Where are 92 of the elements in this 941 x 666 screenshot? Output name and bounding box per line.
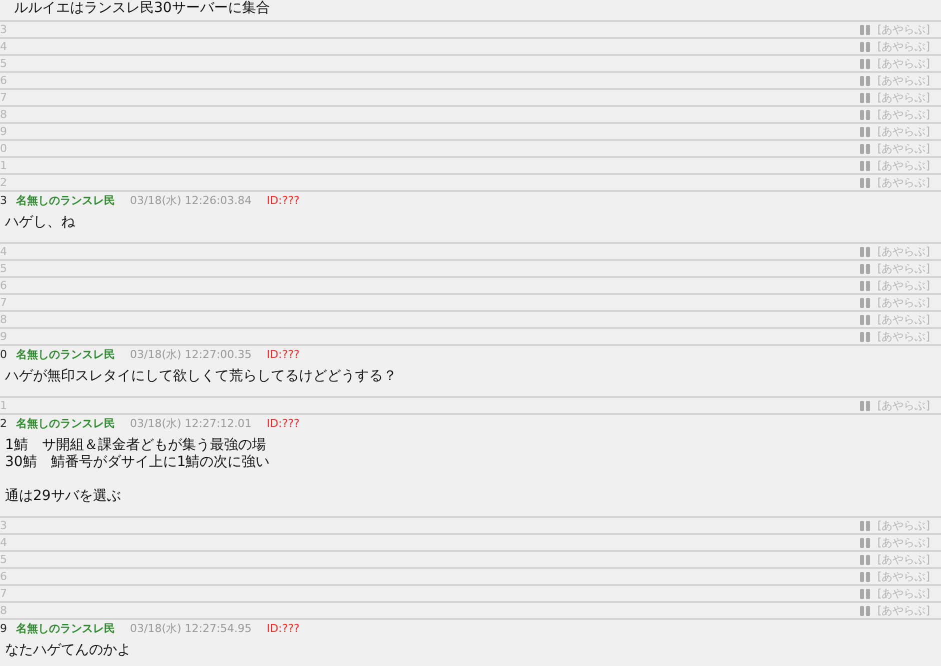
post-number: 3 [0, 22, 8, 37]
post-number: 5 [0, 552, 8, 567]
link[interactable]: [あやらぶ] [877, 158, 930, 173]
post-number: 1 [0, 398, 8, 413]
post-number: 1 [0, 158, 8, 173]
bars-icon[interactable] [860, 298, 870, 308]
text-line: 1鯖 サ開組＆課金者どもが集う最強の場 [5, 437, 267, 454]
poster-id: ID:??? [266, 193, 300, 210]
post-date: 03/18(水) 12:27:54.95 [130, 621, 252, 638]
post-number: 0 [0, 141, 8, 156]
link[interactable]: [あやらぶ] [877, 586, 930, 601]
link[interactable]: [あやらぶ] [877, 569, 930, 584]
link[interactable]: [あやらぶ] [877, 175, 930, 190]
post-number: 7 [0, 295, 8, 310]
link[interactable]: [あやらぶ] [877, 295, 930, 310]
bars-icon[interactable] [860, 520, 870, 530]
post-number: 5 [0, 261, 8, 276]
bars-icon[interactable] [860, 178, 870, 188]
post-number: 8 [0, 603, 8, 618]
bars-icon[interactable] [860, 24, 870, 34]
post-number: 0 [0, 347, 8, 364]
post-number: 9 [0, 124, 8, 139]
bars-icon[interactable] [860, 126, 870, 136]
post-number: 4 [0, 39, 8, 54]
link[interactable]: [あやらぶ] [877, 535, 930, 550]
link[interactable]: [あやらぶ] [877, 398, 930, 413]
poster-id: ID:??? [266, 347, 300, 364]
bars-icon[interactable] [860, 332, 870, 342]
bars-icon[interactable] [860, 400, 870, 410]
link[interactable]: [あやらぶ] [877, 107, 930, 122]
bars-icon[interactable] [860, 572, 870, 582]
post-body: ハゲが無印スレタイにして欲しくて荒らしてるけどどうする？ [4, 368, 398, 385]
poster-name: 名無しのランスレ民 [16, 193, 115, 210]
link[interactable]: [あやらぶ] [877, 124, 930, 139]
post-number: 2 [0, 416, 8, 432]
post-number: 6 [0, 73, 8, 88]
post-number: 8 [0, 312, 8, 327]
post-number: 5 [0, 56, 8, 71]
post-number: 2 [0, 175, 8, 190]
poster-name: 名無しのランスレ民 [16, 347, 115, 364]
bars-icon[interactable] [860, 280, 870, 290]
poster-name: 名無しのランスレ民 [16, 621, 115, 638]
post-body: ルルイエはランスレ民30サーバーに集合 [13, 0, 271, 18]
bars-icon[interactable] [860, 538, 870, 548]
post-number: 6 [0, 278, 8, 293]
bars-icon[interactable] [860, 314, 870, 324]
post-date: 03/18(水) 12:27:00.35 [130, 347, 252, 364]
link[interactable]: [あやらぶ] [877, 552, 930, 567]
bars-icon[interactable] [860, 246, 870, 256]
bars-icon[interactable] [860, 554, 870, 564]
bars-icon[interactable] [860, 588, 870, 598]
post-number: 4 [0, 535, 8, 550]
bars-icon[interactable] [860, 264, 870, 274]
poster-id: ID:??? [266, 621, 300, 638]
post-number: 7 [0, 90, 8, 105]
link[interactable]: [あやらぶ] [877, 56, 930, 71]
link[interactable]: [あやらぶ] [877, 603, 930, 618]
link[interactable]: [あやらぶ] [877, 141, 930, 156]
post-number: 3 [0, 193, 8, 210]
link[interactable]: [あやらぶ] [877, 244, 930, 259]
post-body: ハゲし、ね [4, 214, 76, 231]
bars-icon[interactable] [860, 606, 870, 616]
link[interactable]: [あやらぶ] [877, 278, 930, 293]
bars-icon[interactable] [860, 110, 870, 120]
post-number: 4 [0, 244, 8, 259]
bars-icon[interactable] [860, 144, 870, 154]
post-number: 7 [0, 586, 8, 601]
post-number: 8 [0, 107, 8, 122]
poster-id: ID:??? [266, 416, 300, 432]
link[interactable]: [あやらぶ] [877, 90, 930, 105]
bars-icon[interactable] [860, 58, 870, 68]
link[interactable]: [あやらぶ] [877, 39, 930, 54]
text-line: 通は29サバを選ぶ [5, 488, 122, 505]
link[interactable]: [あやらぶ] [877, 261, 930, 276]
bars-icon[interactable] [860, 42, 870, 52]
link[interactable]: [あやらぶ] [877, 73, 930, 88]
post-number: 6 [0, 569, 8, 584]
post-body: なたハゲてんのかよ [4, 642, 132, 659]
post-date: 03/18(水) 12:26:03.84 [130, 193, 252, 210]
post-date: 03/18(水) 12:27:12.01 [130, 416, 252, 432]
link[interactable]: [あやらぶ] [877, 22, 930, 37]
link[interactable]: [あやらぶ] [877, 518, 930, 533]
poster-name: 名無しのランスレ民 [16, 416, 115, 432]
post-number: 3 [0, 518, 8, 533]
link[interactable]: [あやらぶ] [877, 329, 930, 344]
post-number: 9 [0, 329, 8, 344]
bars-icon[interactable] [860, 76, 870, 86]
link[interactable]: [あやらぶ] [877, 312, 930, 327]
post-number: 9 [0, 621, 8, 638]
text-line: 30鯖 鯖番号がダサイ上に1鯖の次に強い [5, 454, 271, 471]
bars-icon[interactable] [860, 160, 870, 170]
bars-icon[interactable] [860, 92, 870, 102]
